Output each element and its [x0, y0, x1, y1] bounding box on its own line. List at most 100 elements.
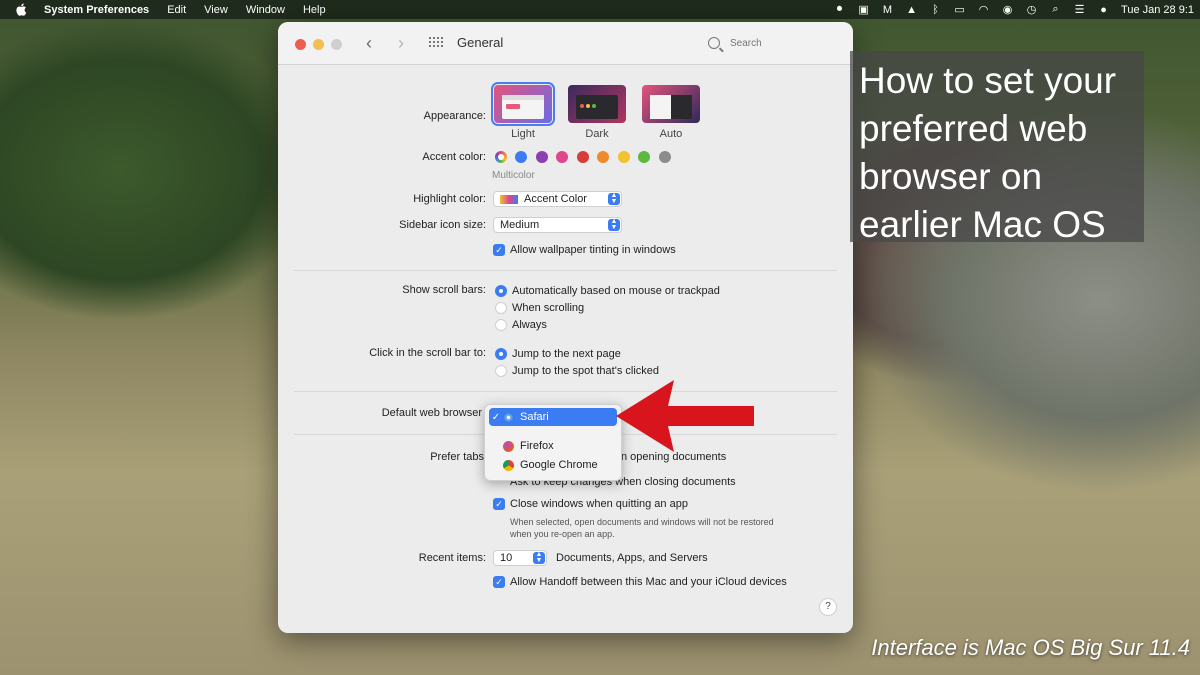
scroll-auto-radio[interactable] [495, 285, 507, 297]
dropdown-item-firefox[interactable]: Firefox [489, 437, 631, 455]
accent-color-swatch[interactable] [576, 151, 589, 163]
control-center-icon[interactable]: ☰ [1073, 3, 1086, 16]
appearance-light-caption: Light [511, 128, 535, 140]
bluetooth-icon[interactable]: ᛒ [929, 3, 942, 16]
search-field[interactable] [708, 34, 838, 52]
sidebar-icon-size-value: Medium [500, 219, 540, 231]
wallpaper-tint-label: Allow wallpaper tinting in windows [510, 244, 676, 256]
sidebar-icon-size-popup[interactable]: Medium ▲ ▼ [493, 217, 622, 233]
overlay-line: preferred web [859, 108, 1088, 149]
battery-icon[interactable]: ▭ [953, 3, 966, 16]
close-windows-checkbox[interactable]: ✓ [493, 498, 505, 510]
search-input[interactable] [728, 36, 832, 50]
section-divider [294, 270, 837, 271]
dropdown-item-safari-label: Safari [520, 411, 549, 423]
menu-view[interactable]: View [204, 4, 228, 16]
scroll-when-scrolling-radio[interactable] [495, 302, 507, 314]
highlight-color-label: Highlight color: [413, 193, 486, 205]
jump-spot-clicked-radio[interactable] [495, 365, 507, 377]
overlay-line: earlier Mac OS [859, 204, 1106, 245]
handoff-label: Allow Handoff between this Mac and your … [510, 576, 787, 588]
overlay-line: browser on [859, 156, 1043, 197]
warning-icon[interactable]: ▲ [905, 3, 918, 16]
close-windows-note-1: When selected, open documents and window… [510, 517, 774, 527]
forward-chevron-icon[interactable]: › [398, 33, 404, 54]
wallpaper-tint-checkbox[interactable]: ✓ [493, 244, 505, 256]
zoom-window-button[interactable] [331, 39, 342, 50]
handoff-checkbox[interactable]: ✓ [493, 576, 505, 588]
appearance-dark-thumb[interactable] [568, 85, 626, 123]
tutorial-title-overlay: How to set your preferred web browser on… [850, 51, 1144, 245]
prefer-tabs-label: Prefer tabs [430, 451, 484, 463]
accent-color-swatch[interactable] [556, 151, 568, 163]
scroll-always-label: Always [512, 319, 547, 331]
show-all-grid-icon[interactable] [429, 37, 443, 49]
dropdown-item-safari[interactable]: ✓ Safari [489, 408, 617, 426]
menu-edit[interactable]: Edit [167, 4, 186, 16]
accent-color-swatch[interactable] [515, 151, 527, 163]
sidebar-icon-size-label: Sidebar icon size: [399, 219, 486, 231]
menu-window[interactable]: Window [246, 4, 285, 16]
default-browser-dropdown: ✓ Safari Firefox Google Chrome [484, 404, 622, 481]
general-pane: Appearance: Light Dark Auto Accent color… [278, 65, 853, 633]
recent-items-suffix: Documents, Apps, and Servers [556, 552, 708, 564]
click-scroll-bar-label: Click in the scroll bar to: [369, 347, 486, 359]
recent-items-popup[interactable]: 10 ▲ ▼ [493, 550, 547, 566]
popup-arrows-icon: ▲ ▼ [608, 218, 620, 231]
back-chevron-icon[interactable]: ‹ [366, 33, 372, 54]
accent-color-swatch[interactable] [658, 151, 671, 163]
accent-color-swatch[interactable] [535, 151, 548, 163]
checkmark-icon: ✓ [491, 411, 501, 423]
scroll-when-scrolling-label: When scrolling [512, 302, 585, 314]
appearance-label: Appearance: [423, 110, 486, 122]
accent-selected-caption: Multicolor [492, 170, 535, 181]
safari-icon [503, 411, 514, 423]
chrome-icon [503, 459, 514, 471]
system-preferences-window: ‹ › General Appearance: Light Dark [278, 22, 853, 633]
menu-clock[interactable]: Tue Jan 28 9:1 [1121, 4, 1194, 16]
close-window-button[interactable] [295, 39, 306, 50]
accent-color-swatch[interactable] [597, 151, 609, 163]
highlight-color-popup[interactable]: Accent Color ▲ ▼ [493, 191, 622, 207]
dropdown-item-chrome-label: Google Chrome [520, 459, 598, 471]
scroll-always-radio[interactable] [495, 319, 507, 331]
record-icon[interactable]: ⏺ [833, 3, 846, 16]
overlay-line: How to set your [859, 60, 1117, 101]
prefer-tabs-partial-text: n opening documents [621, 451, 727, 463]
firefox-icon [503, 440, 514, 452]
accent-color-label: Accent color: [422, 151, 486, 163]
jump-next-page-label: Jump to the next page [512, 348, 621, 360]
menu-help[interactable]: Help [303, 4, 326, 16]
malwarebytes-icon[interactable]: M [881, 3, 894, 16]
dropdown-item-chrome[interactable]: Google Chrome [489, 456, 631, 474]
minimize-window-button[interactable] [313, 39, 324, 50]
jump-spot-clicked-label: Jump to the spot that's clicked [512, 365, 660, 377]
accent-color-swatch[interactable] [617, 151, 630, 163]
accent-color-swatch[interactable] [638, 151, 650, 163]
help-button[interactable]: ? [819, 598, 837, 616]
dropdown-item-firefox-label: Firefox [520, 440, 554, 452]
popup-arrows-icon: ▲ ▼ [608, 192, 620, 205]
recent-items-value: 10 [500, 552, 513, 564]
user-icon[interactable]: ◉ [1001, 3, 1014, 16]
window-titlebar: ‹ › General [278, 22, 853, 65]
appearance-dark-caption: Dark [585, 128, 609, 140]
time-machine-icon[interactable]: ◷ [1025, 3, 1038, 16]
wifi-icon[interactable]: ◠ [977, 3, 990, 16]
highlight-swatch-icon [500, 194, 518, 204]
appearance-light-thumb[interactable] [491, 82, 555, 126]
popup-arrows-icon: ▲ ▼ [533, 551, 545, 564]
recent-items-label: Recent items: [418, 552, 486, 564]
spotlight-search-icon[interactable]: ⌕ [1049, 3, 1062, 16]
app-status-icon[interactable]: ▣ [857, 3, 870, 16]
interface-caption: Interface is Mac OS Big Sur 11.4 [871, 635, 1190, 660]
siri-icon[interactable]: ● [1097, 3, 1110, 16]
appearance-auto-thumb[interactable] [642, 85, 700, 123]
apple-menu-icon[interactable] [14, 3, 28, 17]
close-windows-label: Close windows when quitting an app [510, 498, 688, 510]
search-icon [708, 37, 720, 49]
jump-next-page-radio[interactable] [495, 348, 507, 360]
accent-multicolor-swatch[interactable] [495, 151, 507, 163]
menu-app-name[interactable]: System Preferences [44, 4, 149, 16]
close-windows-note-2: when you re-open an app. [510, 529, 615, 539]
